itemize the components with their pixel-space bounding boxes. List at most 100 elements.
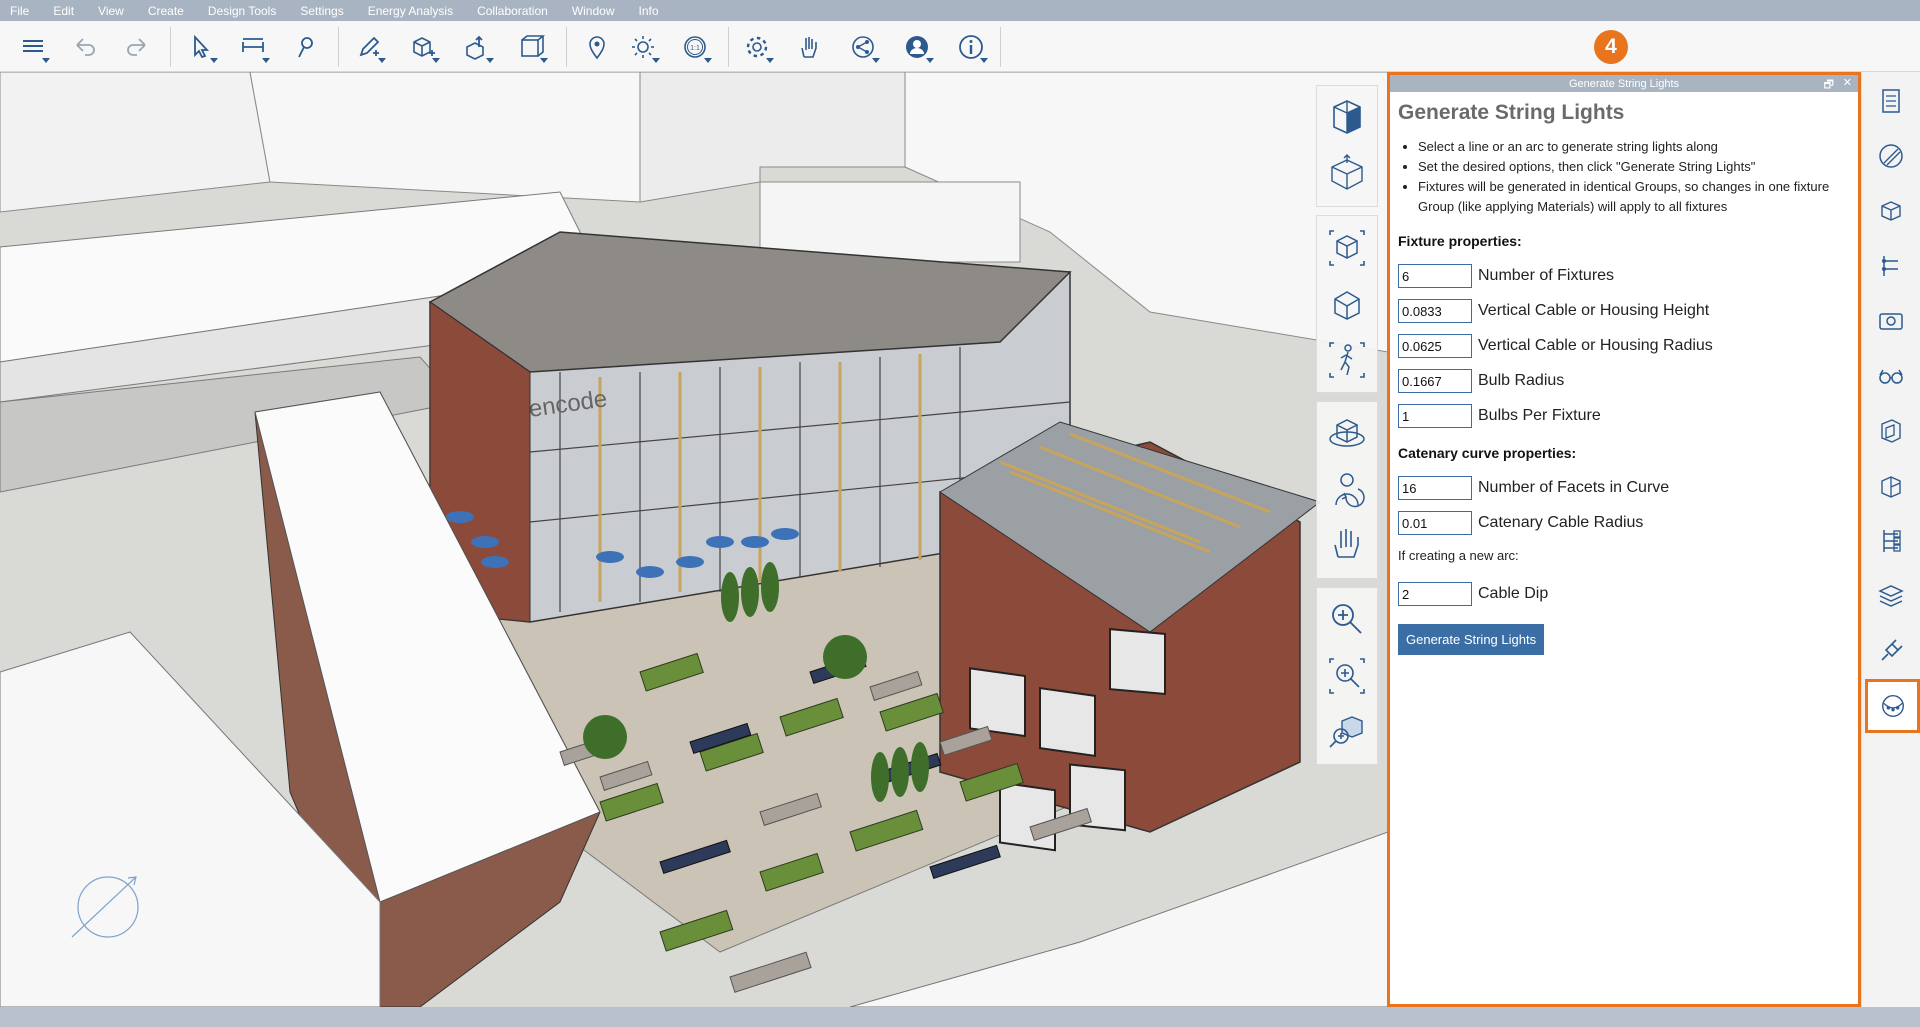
select-icon	[194, 34, 210, 59]
instruction-item: Select a line or an arc to generate stri…	[1418, 137, 1850, 157]
zoom-selection-button[interactable]	[1317, 704, 1377, 760]
fixture-section-title: Fixture properties:	[1398, 233, 1522, 249]
toolbar-separator	[1000, 27, 1001, 67]
string-lights-icon	[1882, 695, 1904, 717]
view-cube-button[interactable]	[1317, 90, 1377, 146]
axonometric-button[interactable]	[1317, 146, 1377, 202]
orbit-button[interactable]	[1317, 406, 1377, 462]
facets-in-curve-input[interactable]	[1398, 476, 1472, 500]
look-around-icon	[1335, 473, 1365, 508]
housing-radius-label: Vertical Cable or Housing Radius	[1478, 337, 1713, 354]
menu-energy-analysis[interactable]: Energy Analysis	[368, 4, 453, 18]
menu-settings[interactable]: Settings	[300, 4, 343, 18]
toolbar-separator	[170, 27, 171, 67]
nav-group-zoom	[1316, 587, 1378, 765]
toolbar-separator	[338, 27, 339, 67]
materials-button[interactable]	[1872, 137, 1910, 175]
bulb-radius-input[interactable]	[1398, 369, 1472, 393]
settings-button[interactable]	[740, 31, 774, 63]
catenary-section-title: Catenary curve properties:	[1398, 445, 1577, 461]
arc-hint: If creating a new arc:	[1398, 548, 1519, 563]
bulbs-per-fixture-input[interactable]	[1398, 404, 1472, 428]
cable-radius-input[interactable]	[1398, 511, 1472, 535]
walk-icon	[1329, 342, 1365, 378]
scale-box-button[interactable]	[514, 31, 548, 63]
solar-inspector-icon	[1881, 419, 1901, 443]
field-number-of-fixtures: Number of Fixtures	[1398, 263, 1850, 289]
look-around-button[interactable]	[1317, 462, 1377, 518]
cable-dip-label: Cable Dip	[1478, 585, 1549, 602]
pan-icon	[1334, 529, 1359, 558]
menu-view[interactable]: View	[98, 4, 124, 18]
generate-string-lights-button[interactable]: Generate String Lights	[1398, 624, 1545, 655]
section-icon	[1881, 476, 1901, 498]
entity-info-icon	[1882, 89, 1900, 113]
map-marker-button[interactable]	[580, 31, 614, 63]
add-box-icon	[413, 37, 435, 57]
map-marker-icon	[589, 36, 605, 60]
facets-in-curve-label: Number of Facets in Curve	[1478, 479, 1670, 496]
layers-icon	[23, 40, 43, 52]
cable-dip-input[interactable]	[1398, 582, 1472, 606]
share-icon	[852, 36, 874, 58]
restore-icon[interactable]: 🗗	[1824, 76, 1834, 95]
redo-button[interactable]	[120, 31, 154, 63]
model-viewport[interactable]: encode	[0, 72, 1388, 1007]
layers-button[interactable]	[16, 31, 50, 63]
entity-info-button[interactable]	[1872, 82, 1910, 120]
menu-file[interactable]: File	[10, 4, 29, 18]
menu-create[interactable]: Create	[148, 4, 184, 18]
zoom-window-button[interactable]	[1317, 648, 1377, 704]
view-cube-icon	[1333, 100, 1361, 134]
close-icon[interactable]: ✕	[1843, 76, 1852, 89]
extensions-button[interactable]	[1872, 632, 1910, 670]
scale-button[interactable]: 1:1	[678, 31, 712, 63]
panel-titlebar[interactable]: Generate String Lights 🗗 ✕	[1390, 75, 1858, 92]
layers-panel-button[interactable]	[1872, 577, 1910, 615]
string-lights-sidebar-button[interactable]	[1865, 679, 1920, 733]
menu-design-tools[interactable]: Design Tools	[208, 4, 276, 18]
scenes-button[interactable]	[1872, 302, 1910, 340]
solar-inspector-button[interactable]	[1872, 412, 1910, 450]
measure-button[interactable]	[236, 31, 270, 63]
housing-radius-input[interactable]	[1398, 334, 1472, 358]
field-cable-radius: Catenary Cable Radius	[1398, 510, 1850, 536]
panel-titlebar-label: Generate String Lights	[1568, 77, 1680, 90]
zoom-extents-button[interactable]	[1317, 220, 1377, 276]
sun-button[interactable]	[626, 31, 660, 63]
info-button[interactable]	[954, 31, 988, 63]
menu-info[interactable]: Info	[639, 4, 659, 18]
right-sidebar	[1861, 72, 1920, 1007]
housing-height-input[interactable]	[1398, 299, 1472, 323]
scale-1-1-icon: 1:1	[684, 36, 706, 58]
hand-button[interactable]	[792, 31, 826, 63]
home-view-icon	[1334, 291, 1360, 320]
share-button[interactable]	[846, 31, 880, 63]
select-button[interactable]	[184, 31, 218, 63]
menu-collaboration[interactable]: Collaboration	[477, 4, 548, 18]
scale-box-icon	[521, 35, 545, 57]
toolbar-separator	[566, 27, 567, 67]
pencil-button[interactable]	[352, 31, 386, 63]
home-view-button[interactable]	[1317, 276, 1377, 332]
orbit-icon	[1329, 419, 1365, 447]
section-button[interactable]	[1872, 467, 1910, 505]
tags-button[interactable]	[1872, 522, 1910, 560]
menu-window[interactable]: Window	[572, 4, 615, 18]
menu-edit[interactable]: Edit	[53, 4, 74, 18]
number-of-fixtures-input[interactable]	[1398, 264, 1472, 288]
string-lights-panel: Generate String Lights 🗗 ✕ Generate Stri…	[1387, 72, 1861, 1007]
outliner-button[interactable]	[1872, 247, 1910, 285]
gear-icon	[746, 36, 768, 58]
layers-panel-icon	[1878, 585, 1904, 607]
add-box-button[interactable]	[406, 31, 440, 63]
styles-button[interactable]	[1872, 357, 1910, 395]
user-button[interactable]	[900, 31, 934, 63]
pan-button[interactable]	[1317, 518, 1377, 574]
components-button[interactable]	[1872, 192, 1910, 230]
location-pin-button[interactable]	[288, 31, 322, 63]
push-pull-button[interactable]	[460, 31, 494, 63]
zoom-in-button[interactable]	[1317, 592, 1377, 648]
undo-button[interactable]	[68, 31, 102, 63]
walk-button[interactable]	[1317, 332, 1377, 388]
